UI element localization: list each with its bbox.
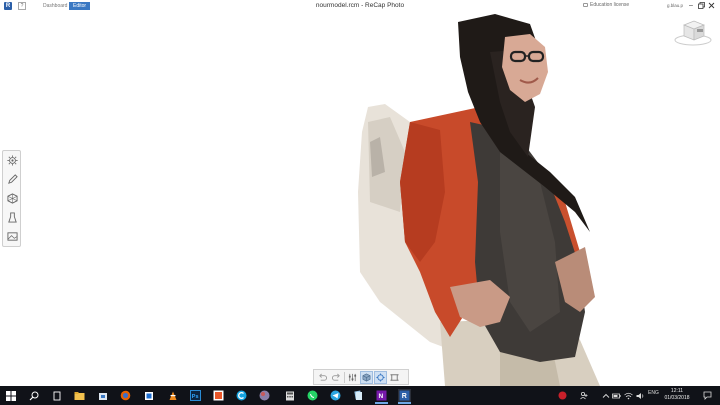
restore-icon [697,2,705,9]
taskbar-file-explorer[interactable] [73,389,86,402]
crop-icon [390,373,399,381]
taskbar-whatsapp[interactable] [306,389,319,402]
pencil-icon [7,173,18,184]
user-name[interactable]: g.blau.p [667,3,683,8]
taskbar-app-store[interactable] [96,389,109,402]
title-bar: R ? Dashboard Editor nourmodel.rcm - ReC… [0,0,720,12]
app-f-icon [213,390,224,401]
sliders-icon [348,373,357,381]
bottom-toolbar [313,369,409,385]
license-label: Education license [590,2,630,8]
hexagon-icon [6,192,18,204]
mesh-tool[interactable] [5,191,19,205]
windows-logo-icon [5,390,16,401]
restore-button[interactable] [697,1,705,10]
view-cube-icon [674,20,712,46]
svg-text:N: N [379,393,384,400]
repair-tool[interactable] [5,210,19,224]
taskbar-app-pages[interactable] [352,389,365,402]
taskbar-app-c[interactable] [235,389,248,402]
app-c-icon [236,390,247,401]
taskbar-recap[interactable]: R [398,389,411,402]
start-button[interactable] [4,389,17,402]
image-icon [6,231,18,241]
taskbar-photoshop[interactable]: Ps [189,389,202,402]
3d-model-view[interactable] [350,12,610,386]
taskbar-telegram[interactable] [329,389,342,402]
search-icon [29,391,38,400]
chevron-up-icon [602,393,609,398]
redo-button[interactable] [330,371,343,384]
photoshop-icon: Ps [190,390,201,401]
close-button[interactable] [707,1,715,10]
display-settings-button[interactable] [346,371,359,384]
clock-date: 01/03/2018 [664,395,690,401]
tray-people[interactable] [578,389,591,402]
recap-icon: R [399,390,410,401]
svg-text:Ps: Ps [192,394,199,400]
tray-volume[interactable] [634,389,647,402]
language-indicator[interactable]: ENG [648,390,659,396]
vlc-cone-icon [169,391,176,400]
whatsapp-icon [307,390,318,401]
recap-active-indicator [398,402,411,404]
people-icon [580,391,588,400]
folder-icon [74,391,85,400]
view-cube[interactable] [672,16,714,46]
taskbar-onenote[interactable]: N [375,389,388,402]
volume-icon [636,392,644,399]
cube-icon [362,373,371,381]
settings-tool[interactable] [5,153,19,167]
view-mode-button[interactable] [360,370,373,384]
app-window-icon [144,391,153,400]
calculator-icon [285,391,294,400]
firefox-icon [120,390,131,401]
pencil-tool[interactable] [5,172,19,186]
taskbar-vlc[interactable] [166,389,179,402]
license-icon [583,3,588,7]
battery-icon [612,393,621,398]
orbit-button[interactable] [374,370,387,384]
tray-red-icon [558,391,567,400]
tray-app-red[interactable] [556,389,569,402]
taskbar-app-ball[interactable] [258,389,271,402]
onenote-active-indicator [375,402,388,404]
crop-button[interactable] [388,371,401,384]
undo-button[interactable] [316,371,329,384]
taskbar-firefox[interactable] [119,389,132,402]
settings-icon [6,154,18,166]
task-view-button[interactable] [50,389,63,402]
task-view-icon [53,391,60,400]
taskbar-app-orange[interactable] [212,389,225,402]
tools-icon [7,211,17,223]
toolbar-divider [344,371,345,383]
notification-icon [703,391,712,400]
taskbar-calculator[interactable] [283,389,296,402]
taskbar-app-blue[interactable] [142,389,155,402]
wifi-icon [624,392,633,399]
image-tool[interactable] [5,229,19,243]
telegram-icon [330,390,341,401]
pages-icon [354,390,362,400]
windows-taskbar: Ps N R ENG 12:11 01/03/2018 [0,386,720,405]
svg-text:R: R [402,393,407,400]
minimize-button[interactable]: – [687,1,695,10]
close-icon [708,2,714,9]
search-button[interactable] [27,389,40,402]
redo-icon [332,373,340,381]
onenote-icon: N [376,390,387,401]
clock[interactable]: 12:11 01/03/2018 [662,388,692,402]
undo-icon [319,373,327,381]
orbit-icon [376,372,385,382]
store-icon [98,392,107,400]
left-toolbar [2,150,21,247]
clock-time: 12:11 [670,388,684,394]
recap-photo-window: R ? Dashboard Editor nourmodel.rcm - ReC… [0,0,720,386]
action-center-button[interactable] [701,389,714,402]
app-ball-icon [259,390,270,401]
license-info[interactable]: Education license [583,2,629,8]
